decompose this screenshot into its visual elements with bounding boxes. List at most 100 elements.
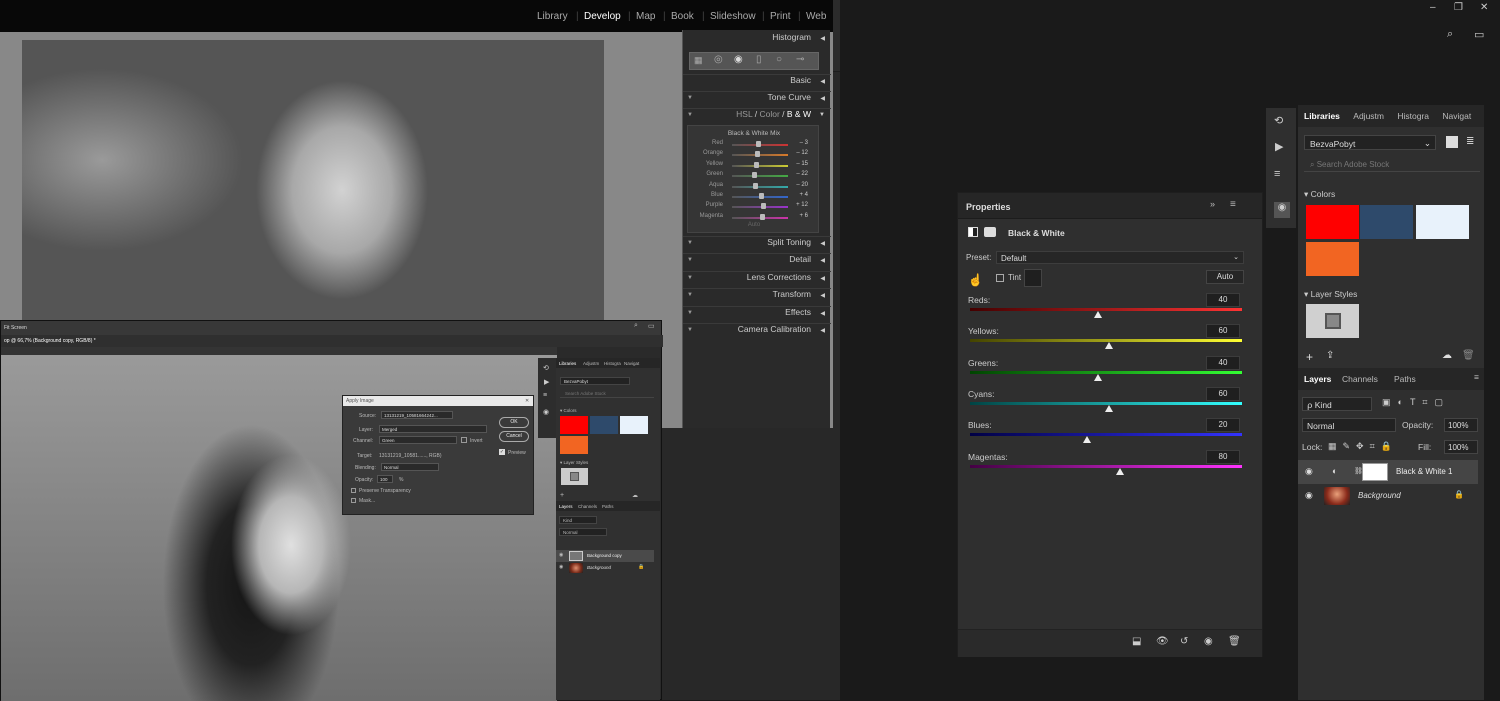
color-swatch[interactable] xyxy=(620,416,648,434)
small-blend-select[interactable]: Normal xyxy=(559,528,607,536)
color-swatch[interactable] xyxy=(1416,205,1469,239)
color-swatch[interactable] xyxy=(1306,242,1359,276)
panel-menu-icon[interactable]: ≡ xyxy=(1230,199,1236,210)
lock-icons[interactable]: ▦✎✥⌗🔒 xyxy=(1328,441,1398,452)
small-layer-styles-header[interactable]: ▾ Layer Styles xyxy=(560,460,588,466)
clip-to-layer-icon[interactable]: ⬓ xyxy=(1132,636,1141,647)
slider-thumb[interactable] xyxy=(1082,436,1091,444)
add-icon[interactable]: + xyxy=(1306,350,1313,364)
hsl-header[interactable]: ▼ HSL / Color / B & W ▼ xyxy=(683,108,831,123)
mix-slider-row[interactable]: Aqua – 20 xyxy=(688,182,816,191)
layer-row[interactable]: ◉ Background copy xyxy=(556,550,654,562)
mix-slider-row[interactable]: Green – 22 xyxy=(688,171,816,180)
color-swatch[interactable] xyxy=(1360,205,1413,239)
tab-bw[interactable]: B & W xyxy=(787,109,811,119)
tab-paths[interactable]: Paths xyxy=(1394,374,1416,384)
mix-track[interactable] xyxy=(732,185,788,188)
tab-adjustments[interactable]: Adjustm xyxy=(583,361,599,366)
slider-thumb[interactable] xyxy=(1115,467,1124,475)
mix-thumb[interactable] xyxy=(754,151,760,158)
small-library-select[interactable]: BezvaPobyt xyxy=(560,377,630,385)
tab-navigator[interactable]: Navigat xyxy=(624,361,639,366)
mix-track[interactable] xyxy=(732,154,788,157)
cloud-icon[interactable]: ☁ xyxy=(1442,350,1452,361)
mix-thumb[interactable] xyxy=(752,182,758,189)
slider-track[interactable] xyxy=(970,308,1242,311)
properties-icon[interactable]: ≡ xyxy=(543,392,547,399)
effects-header[interactable]: ▼ Effects ◀ xyxy=(683,306,831,321)
layer-mask-thumbnail[interactable] xyxy=(1362,463,1388,481)
channel-select[interactable]: Green xyxy=(379,436,457,444)
mix-slider-row[interactable]: Magenta + 6 xyxy=(688,213,816,222)
small-kind-select[interactable]: Kind xyxy=(559,516,597,524)
search-icon[interactable]: ⌕ xyxy=(1447,28,1453,41)
properties-icon[interactable]: ≡ xyxy=(1274,168,1280,180)
layer-select[interactable]: Merged xyxy=(379,425,487,433)
cloud-icon[interactable]: ☁ xyxy=(632,492,638,499)
tab-hsl[interactable]: HSL xyxy=(736,109,752,119)
histogram-header[interactable]: Histogram ◀ xyxy=(683,32,831,47)
layer-row[interactable]: ◉ Background 🔒 xyxy=(1298,484,1478,508)
tab-navigator[interactable]: Navigat xyxy=(1436,105,1476,121)
lightroom-photo[interactable] xyxy=(22,40,604,320)
reset-icon[interactable]: ↺ xyxy=(1180,636,1188,647)
lens-corrections-header[interactable]: ▼ Lens Corrections ◀ xyxy=(683,271,831,286)
layer-name[interactable]: Background xyxy=(1358,491,1401,500)
slider-value-field[interactable]: 40 xyxy=(1206,293,1240,307)
spot-removal-icon[interactable]: ◎ xyxy=(714,54,723,65)
eye-icon[interactable]: ◉ xyxy=(1305,490,1313,501)
colors-header[interactable]: ▾ Colors xyxy=(1304,189,1335,200)
auto-button[interactable]: Auto xyxy=(688,222,820,228)
targeted-adjustment-icon[interactable]: ☝ xyxy=(968,273,983,287)
source-select[interactable]: 13131219_10581664242... xyxy=(381,411,453,419)
document-tab[interactable]: op @ 66,7% (Background copy, RGB/8) * xyxy=(1,335,663,347)
mix-thumb[interactable] xyxy=(760,203,766,210)
slider-value-field[interactable]: 80 xyxy=(1206,449,1240,464)
radial-filter-icon[interactable]: ○ xyxy=(776,54,782,65)
add-icon[interactable]: + xyxy=(560,492,564,499)
transform-header[interactable]: ▼ Transform ◀ xyxy=(683,288,831,303)
mix-track[interactable] xyxy=(732,164,788,167)
mix-thumb[interactable] xyxy=(756,141,762,147)
layer-styles-header[interactable]: ▾ Layer Styles xyxy=(1304,289,1357,300)
delete-icon[interactable]: 🗑 xyxy=(1228,636,1241,647)
stock-search-input[interactable]: ⌕ Search Adobe Stock xyxy=(1304,157,1480,172)
eye-icon[interactable]: ◉ xyxy=(559,552,563,558)
blending-select[interactable]: Normal xyxy=(381,463,439,471)
mask-icon[interactable] xyxy=(984,227,996,237)
view-previous-icon[interactable]: 👁 xyxy=(1156,636,1169,647)
tint-color-swatch[interactable] xyxy=(1024,269,1042,287)
invert-checkbox[interactable] xyxy=(461,437,467,443)
tab-histogram[interactable]: Histogra xyxy=(604,361,621,366)
color-swatch[interactable] xyxy=(590,416,618,434)
layer-row[interactable]: ◉ ◐ ⛓ Black & White 1 xyxy=(1298,460,1478,484)
close-button[interactable]: ✕ xyxy=(1480,2,1488,13)
slider-thumb[interactable] xyxy=(1093,373,1102,381)
opacity-field[interactable]: 100% xyxy=(1444,418,1478,432)
preserve-checkbox[interactable] xyxy=(351,488,356,493)
slider-track[interactable] xyxy=(970,433,1242,437)
module-slideshow[interactable]: Slideshow xyxy=(710,11,756,22)
slider-track[interactable] xyxy=(970,370,1242,374)
preset-select[interactable]: Default ⌄ xyxy=(996,251,1244,264)
close-icon[interactable]: ✕ xyxy=(525,398,529,404)
blend-mode-select[interactable]: Normal xyxy=(1302,418,1396,432)
split-toning-header[interactable]: ▼ Split Toning ◀ xyxy=(683,236,831,251)
visibility-icon[interactable]: ◉ xyxy=(1204,636,1213,647)
cancel-button[interactable]: Cancel xyxy=(499,431,529,442)
tint-checkbox[interactable] xyxy=(996,274,1004,282)
tab-channels[interactable]: Channels xyxy=(578,504,597,509)
module-book[interactable]: Book xyxy=(671,11,694,22)
preview-checkbox[interactable]: ✓ xyxy=(499,449,505,455)
tone-curve-header[interactable]: ▼ Tone Curve ◀ xyxy=(683,91,831,106)
layer-name[interactable]: Black & White 1 xyxy=(1396,467,1452,476)
small-stock-search[interactable]: Search Adobe Stock xyxy=(560,390,654,398)
slider-value-field[interactable]: 40 xyxy=(1206,355,1240,370)
tab-libraries[interactable]: Libraries xyxy=(559,361,576,366)
layer-name[interactable]: Background xyxy=(587,565,611,570)
graduated-filter-icon[interactable]: ▯ xyxy=(756,54,762,65)
detail-header[interactable]: ▼ Detail ◀ xyxy=(683,253,831,268)
list-view-icon[interactable]: ≣ xyxy=(1466,136,1474,147)
history-icon[interactable]: ⟲ xyxy=(1274,114,1283,127)
play-icon[interactable]: ▶ xyxy=(1275,140,1283,153)
